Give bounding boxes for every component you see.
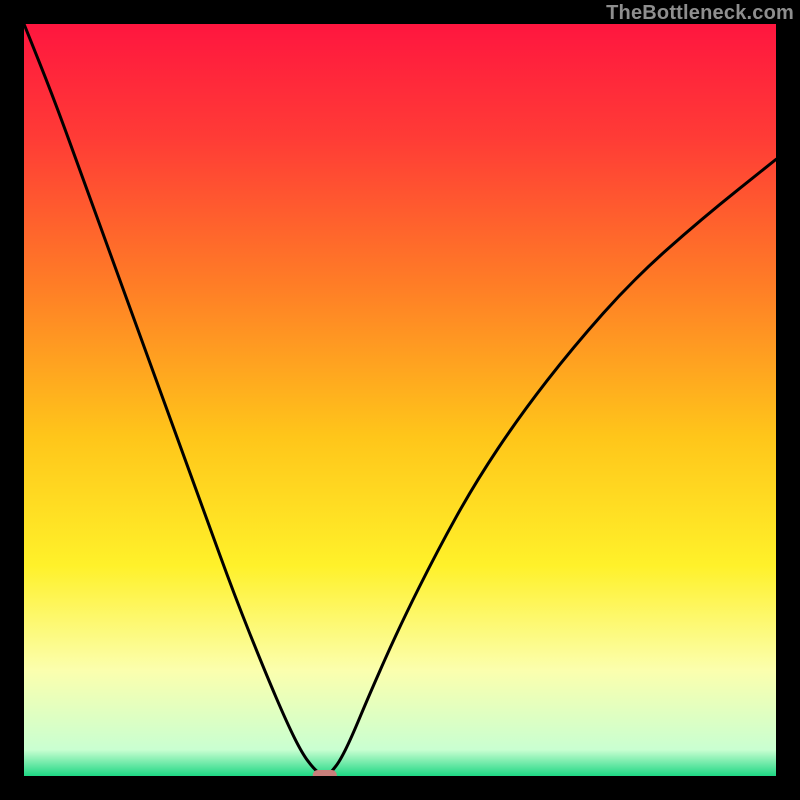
plot-svg xyxy=(24,24,776,776)
plot-background xyxy=(24,24,776,776)
min-marker xyxy=(313,770,337,776)
plot-area xyxy=(24,24,776,776)
watermark-text: TheBottleneck.com xyxy=(606,2,794,25)
chart-frame: TheBottleneck.com xyxy=(0,0,800,800)
